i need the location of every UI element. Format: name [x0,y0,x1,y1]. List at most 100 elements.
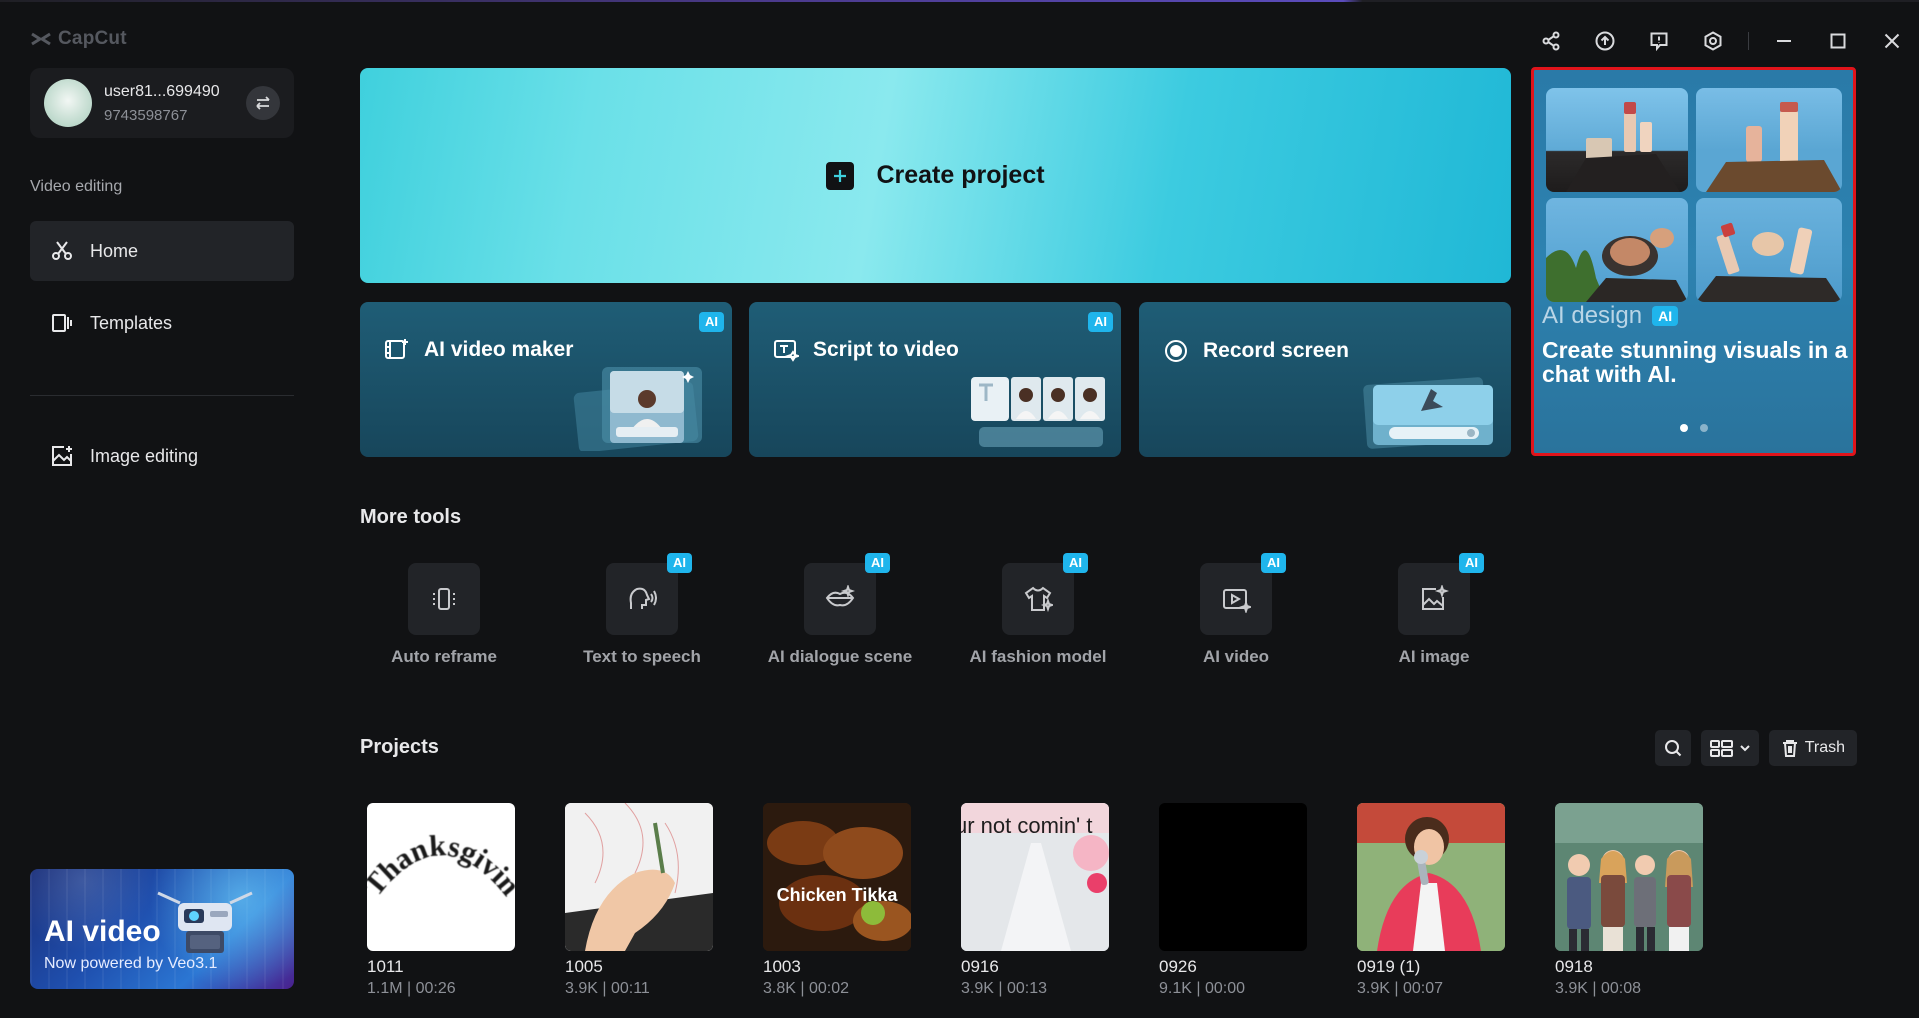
ai-badge: AI [1088,312,1113,332]
banner-description: Create stunning visuals in a chat with A… [1542,337,1848,387]
create-project-label: Create project [876,161,1045,189]
create-project-button[interactable]: Create project [360,68,1511,283]
record-screen-illustration [1363,377,1493,449]
project-thumbnail [565,803,713,951]
project-thumbnail: Thanksgiving [367,803,515,951]
upload-button[interactable] [1578,26,1632,56]
more-tools-title: More tools [360,506,462,528]
tool-ai-video[interactable]: AI AI video [1156,553,1316,675]
feedback-button[interactable] [1632,26,1686,56]
window-top-accent-line [0,0,1919,2]
project-thumbnail [1357,803,1505,951]
tool-label: AI dialogue scene [767,647,913,666]
project-name: 0919 (1) [1357,957,1421,976]
project-card[interactable]: 0926 9.1K | 00:00 [1159,803,1307,998]
ai-video-maker-card[interactable]: AI video maker AI [360,302,732,457]
tool-label: AI image [1398,647,1470,666]
sidebar-section-label: Video editing [30,178,123,195]
project-card[interactable]: ur not comin' t 0916 3.9K | 00:13 [961,803,1109,998]
thumbnail-text: Thanksgiving [367,803,515,902]
banner-product-images [1546,88,1846,302]
cosmetics-image [1696,88,1842,192]
account-phone: 9743598767 [104,106,188,124]
ai-video-icon [1223,589,1251,613]
chevron-down-icon [1739,745,1750,752]
maximize-button[interactable] [1811,26,1865,56]
search-projects-button[interactable] [1654,730,1691,766]
share-icon [1542,31,1560,51]
avatar [44,79,92,127]
script-to-video-illustration [971,377,1105,447]
sidebar-item-templates[interactable]: Templates [30,293,294,353]
ai-video-maker-icon [385,339,408,359]
record-screen-card[interactable]: Record screen [1139,302,1511,457]
ai-badge: AI [1261,553,1286,573]
promo-title: AI video [44,915,161,948]
switch-arrows-icon [256,96,270,110]
project-card[interactable]: 1005 3.9K | 00:11 [565,803,713,998]
project-name: 0916 [961,957,999,976]
script-to-video-card[interactable]: Script to video AI [749,302,1121,457]
trash-label: Trash [1804,739,1845,756]
thumbnail-text: ur not comin' t [961,813,1092,838]
ai-badge: AI [865,553,890,573]
search-icon [1664,740,1681,757]
project-card[interactable]: 0919 (1) 3.9K | 00:07 [1357,803,1505,998]
grid-view-icon [1709,740,1733,757]
view-mode-dropdown[interactable] [1700,730,1759,766]
project-meta: 3.8K | 00:02 [763,980,849,997]
project-card[interactable]: 0918 3.9K | 00:08 [1555,803,1703,998]
account-panel[interactable]: user81...699490 9743598767 [30,68,294,138]
tool-text-to-speech[interactable]: AI Text to speech [562,553,722,675]
settings-hexagon-icon [1704,31,1722,51]
projects-title: Projects [360,736,439,758]
ai-badge: AI [699,312,724,332]
sidebar-item-home[interactable]: Home [30,221,294,281]
tool-ai-fashion-model[interactable]: AI AI fashion model [958,553,1118,675]
ai-design-banner[interactable]: AI design AI Create stunning visuals in … [1531,67,1856,456]
project-meta: 3.9K | 00:07 [1357,980,1443,997]
sidebar-item-image-editing[interactable]: Image editing [30,426,294,486]
project-card[interactable]: Thanksgiving 1011 1.1M | 00:26 [367,803,515,998]
ai-badge: AI [1459,553,1484,573]
tool-ai-image[interactable]: AI AI image [1354,553,1514,675]
tool-ai-dialogue-scene[interactable]: AI AI dialogue scene [760,553,920,675]
window-controls [1524,26,1919,56]
tool-label: Text to speech [583,647,701,666]
banner-dot-1[interactable] [1679,424,1688,432]
project-thumbnail: Chicken Tikka [763,803,911,951]
feature-card-label: AI video maker [424,338,574,361]
project-meta: 3.9K | 00:13 [961,980,1047,997]
close-button[interactable] [1865,26,1919,56]
project-thumbnail [1555,803,1703,951]
project-meta: 3.9K | 00:08 [1555,980,1641,997]
banner-pagination [1534,424,1853,432]
share-button[interactable] [1524,26,1578,56]
project-name: 1011 [367,957,404,976]
thumbnail-text: Chicken Tikka [777,885,899,905]
tool-label: AI video [1202,647,1270,666]
trash-icon [1782,740,1797,757]
close-icon [1884,33,1900,49]
project-name: 1003 [763,957,801,976]
project-card[interactable]: Chicken Tikka 1003 3.8K | 00:02 [763,803,911,998]
account-name: user81...699490 [104,82,220,100]
ai-video-promo-card[interactable]: AI video Now powered by Veo3.1 [30,869,294,989]
project-name: 0918 [1555,957,1593,976]
scissors-icon [52,241,72,260]
tshirt-icon [1024,586,1053,613]
app-logo: CapCut [30,28,127,50]
sidebar-item-label: Image editing [90,445,199,466]
ai-badge: AI [667,553,692,573]
switch-account-button[interactable] [246,86,280,120]
banner-title: AI design [1542,302,1643,329]
plus-icon [826,161,855,190]
tool-auto-reframe[interactable]: Auto reframe [364,563,524,675]
trash-button[interactable]: Trash [1768,730,1857,766]
minimize-button[interactable] [1757,26,1811,56]
feature-card-label: Record screen [1203,339,1349,362]
ai-badge: AI [1652,306,1679,326]
settings-button[interactable] [1686,26,1740,56]
tool-label: AI fashion model [969,647,1107,666]
banner-dot-2[interactable] [1699,424,1708,432]
